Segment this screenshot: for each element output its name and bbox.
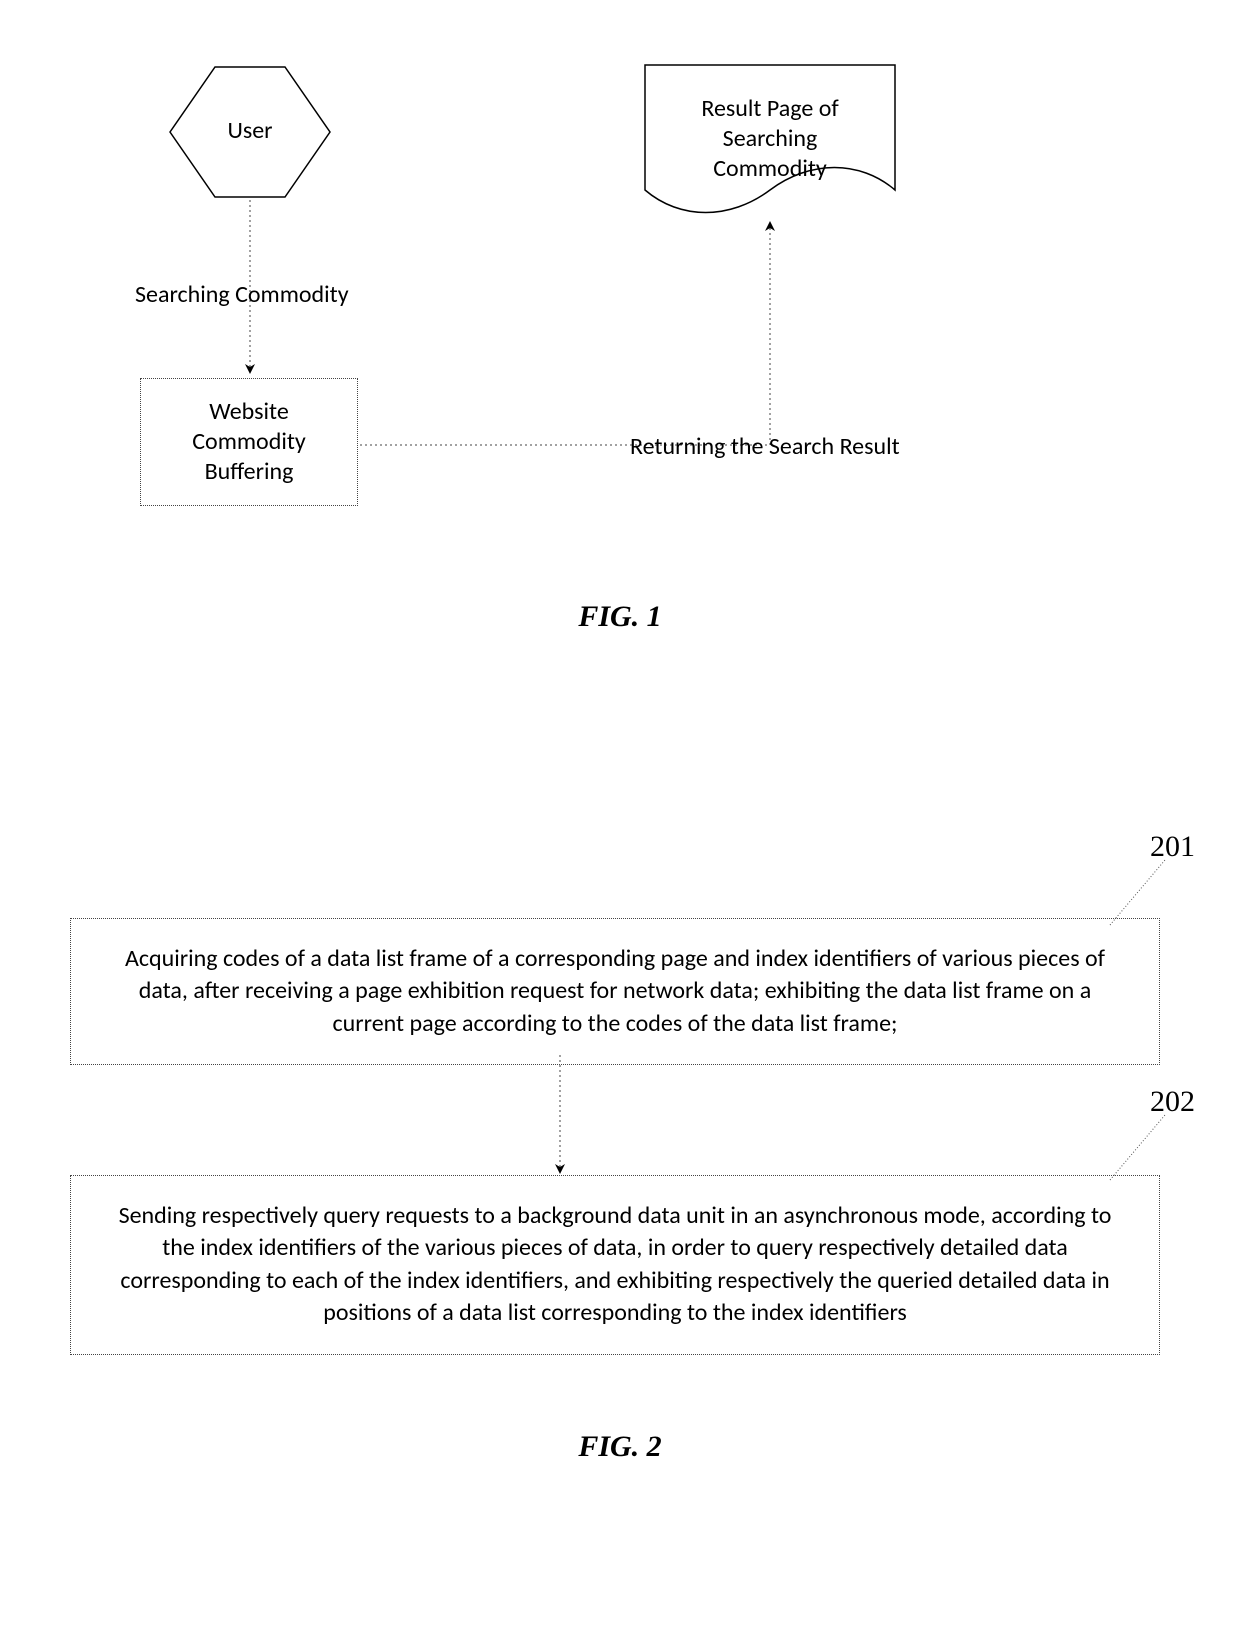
step1-text: Acquiring codes of a data list frame of … xyxy=(125,944,1105,1038)
result-page-label: Result Page of Searching Commodity xyxy=(640,94,900,184)
step2-box: Sending respectively query requests to a… xyxy=(70,1175,1160,1355)
buffer-node: Website Commodity Buffering xyxy=(140,378,358,506)
arrow-label-returning: Returning the Search Result xyxy=(630,432,900,461)
user-node: User xyxy=(135,62,365,202)
connectors-layer xyxy=(0,0,1240,1633)
buffer-label: Website Commodity Buffering xyxy=(153,397,345,487)
fig1-caption: FIG. 1 xyxy=(578,600,661,634)
fig2-caption: FIG. 2 xyxy=(578,1430,661,1464)
user-label: User xyxy=(227,116,272,145)
step1-box: Acquiring codes of a data list frame of … xyxy=(70,918,1160,1065)
step2-text: Sending respectively query requests to a… xyxy=(119,1201,1112,1327)
result-page-node: Result Page of Searching Commodity xyxy=(640,60,900,220)
arrow-label-searching: Searching Commodity xyxy=(135,280,349,309)
step2-number: 202 xyxy=(1150,1085,1195,1119)
step1-number: 201 xyxy=(1150,830,1195,864)
